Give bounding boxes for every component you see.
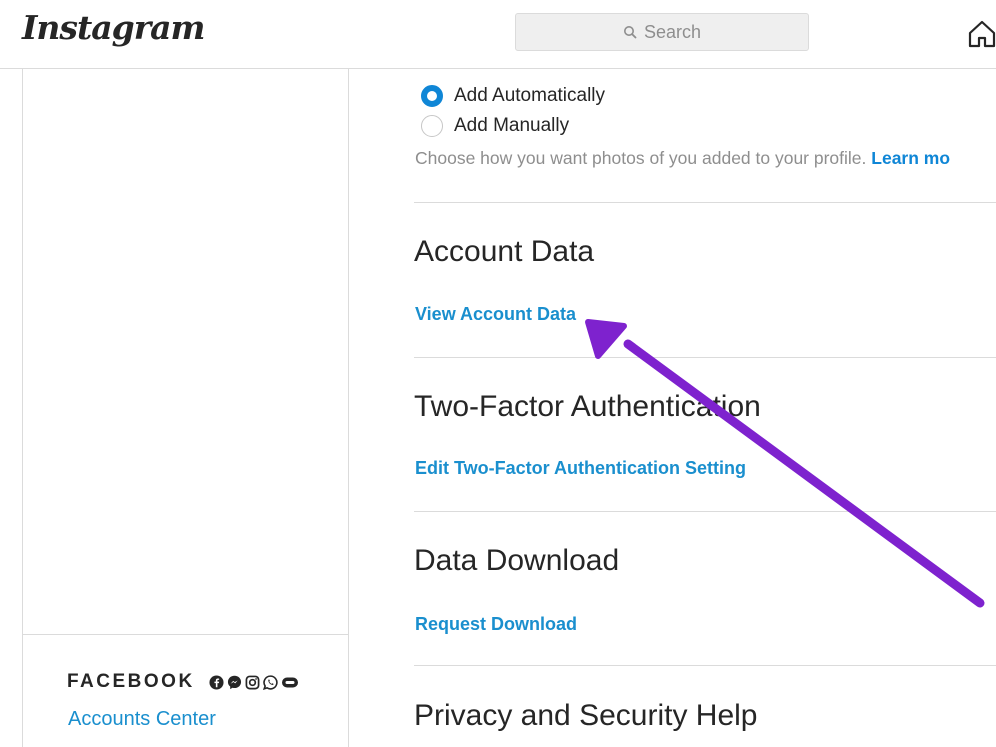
radio-add-manually[interactable]: Add Manually <box>421 115 569 137</box>
instagram-icon <box>245 675 260 690</box>
accounts-center-link[interactable]: Accounts Center <box>68 708 216 731</box>
learn-more-link[interactable]: Learn mo <box>871 148 950 168</box>
edit-two-factor-link[interactable]: Edit Two-Factor Authentication Setting <box>415 458 746 479</box>
settings-main-content: Add Automatically Add Manually Choose ho… <box>349 69 996 747</box>
instagram-logo[interactable]: Instagram <box>22 8 205 47</box>
section-divider <box>414 202 996 203</box>
section-title-account-data: Account Data <box>414 235 595 268</box>
settings-sidebar <box>0 69 349 747</box>
sidebar-footer-divider <box>23 634 348 635</box>
radio-button-unselected[interactable] <box>421 115 443 137</box>
facebook-label: FACEBOOK <box>67 671 195 692</box>
request-download-link[interactable]: Request Download <box>415 614 577 635</box>
facebook-icon <box>209 674 224 690</box>
sidebar-border <box>22 69 23 747</box>
portal-icon <box>281 675 299 690</box>
view-account-data-link[interactable]: View Account Data <box>415 304 576 325</box>
whatsapp-icon <box>262 674 278 690</box>
top-navigation-bar: Instagram Search <box>0 0 996 69</box>
search-placeholder: Search <box>643 21 702 42</box>
helper-text: Choose how you want photos of you added … <box>415 148 867 168</box>
photos-helper-text: Choose how you want photos of you added … <box>415 148 950 169</box>
section-title-two-factor: Two-Factor Authentication <box>414 390 761 423</box>
meta-app-icons <box>209 674 299 690</box>
radio-label: Add Automatically <box>454 85 606 106</box>
facebook-brand-row: FACEBOOK <box>67 671 299 693</box>
radio-add-automatically[interactable]: Add Automatically <box>421 85 605 107</box>
search-input[interactable]: Search <box>515 13 809 51</box>
section-divider <box>414 665 996 666</box>
radio-label: Add Manually <box>454 115 570 136</box>
search-icon <box>623 25 637 39</box>
messenger-icon <box>227 675 242 690</box>
section-title-data-download: Data Download <box>414 544 620 577</box>
section-divider <box>414 511 996 512</box>
section-title-privacy-help: Privacy and Security Help <box>414 699 758 732</box>
radio-button-selected[interactable] <box>421 85 443 107</box>
section-divider <box>414 357 996 358</box>
home-icon[interactable] <box>966 18 996 50</box>
